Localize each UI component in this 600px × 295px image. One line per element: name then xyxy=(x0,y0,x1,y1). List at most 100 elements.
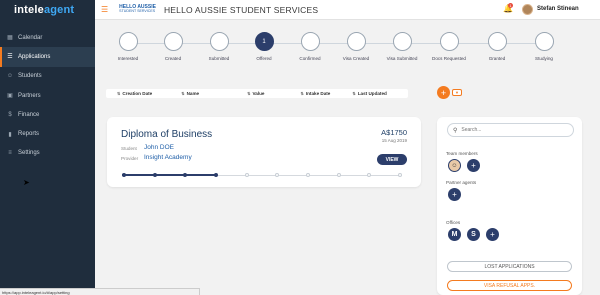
step-studying[interactable]: Studying xyxy=(524,32,564,61)
step-circle xyxy=(300,32,320,51)
plus-icon: + xyxy=(452,190,457,199)
search-box[interactable]: ⚲ xyxy=(447,123,574,137)
sort-bar: ⇅ Creation Date ⇅ Name ⇅ Value ⇅ Intake Date… xyxy=(106,89,408,98)
application-progress xyxy=(122,173,402,177)
step-circle xyxy=(118,32,138,51)
sort-icon: ⇅ xyxy=(300,91,304,96)
student-name-link[interactable]: John DOE xyxy=(144,144,174,151)
step-offered[interactable]: 1 Offered xyxy=(244,32,284,61)
sort-label: Creation Date xyxy=(122,91,153,96)
sidebar-nav: ▦ Calendar ☰ Applications ☺ Students ▣ P… xyxy=(0,28,95,163)
lost-applications-button[interactable]: LOST APPLICATIONS xyxy=(447,261,572,272)
sort-value[interactable]: ⇅ Value xyxy=(247,91,264,96)
sidebar-item-students[interactable]: ☺ Students xyxy=(0,67,95,86)
office-m-chip[interactable]: M xyxy=(448,228,461,241)
course-title[interactable]: Diploma of Business xyxy=(121,129,212,140)
step-interested[interactable]: Interested xyxy=(108,32,148,61)
step-label: Submitted xyxy=(208,56,230,61)
progress-dot xyxy=(183,173,188,177)
dollar-icon: $ xyxy=(8,111,12,118)
progress-dot xyxy=(367,173,372,177)
step-circle xyxy=(534,32,554,51)
plus-icon: + xyxy=(440,87,447,98)
step-label: Visa Submitted xyxy=(386,56,418,61)
sort-icon: ⇅ xyxy=(181,91,185,96)
logo-part1: intele xyxy=(14,4,44,16)
sidebar-item-calendar[interactable]: ▦ Calendar xyxy=(0,28,95,47)
users-icon: ☺ xyxy=(6,73,14,80)
provider-name-link[interactable]: Insight Academy xyxy=(144,154,192,161)
sort-name[interactable]: ⇅ Name xyxy=(181,91,199,96)
add-office-button[interactable]: + xyxy=(486,228,499,241)
chevron-down-icon: ▼ xyxy=(455,90,459,95)
plus-icon: + xyxy=(471,161,476,170)
sidebar-item-finance[interactable]: $ Finance xyxy=(0,105,95,124)
sidebar-item-reports[interactable]: ▮ Reports xyxy=(0,124,95,143)
step-circle xyxy=(392,32,412,51)
briefcase-icon: ▣ xyxy=(7,93,13,100)
sidebar-item-label: Calendar xyxy=(18,34,43,41)
step-label: Confirmed xyxy=(299,56,321,61)
student-label: Student xyxy=(121,146,137,151)
application-card[interactable]: Diploma of Business A$1750 15 Aug 2019 S… xyxy=(107,117,421,187)
add-partner-agent-button[interactable]: + xyxy=(448,188,461,201)
step-circle-active: 1 xyxy=(254,32,274,51)
sort-creation-date[interactable]: ⇅ Creation Date xyxy=(117,91,152,96)
search-input[interactable] xyxy=(461,127,562,133)
sort-label: Last Updated xyxy=(357,91,387,96)
step-label: Granted xyxy=(488,56,506,61)
app-logo[interactable]: intele agent xyxy=(0,0,95,20)
visa-refusal-button[interactable]: VISA REFUSAL APPS. xyxy=(447,280,572,291)
office-s-chip[interactable]: S xyxy=(467,228,480,241)
sort-last-updated[interactable]: ⇅ Last Updated xyxy=(352,91,386,96)
view-button[interactable]: VIEW xyxy=(377,154,407,165)
plus-icon: + xyxy=(490,230,495,239)
logo-part2: agent xyxy=(43,4,75,16)
sidebar-item-label: Finance xyxy=(18,111,40,118)
step-label: Created xyxy=(164,56,182,61)
mouse-cursor-icon: ➤ xyxy=(23,178,30,187)
offices-label: Offices xyxy=(446,220,461,225)
step-confirmed[interactable]: Confirmed xyxy=(290,32,330,61)
sidebar-item-applications[interactable]: ☰ Applications xyxy=(0,47,95,67)
filter-panel: ⚲ Team members ☺ + Partner agents + Offi… xyxy=(437,117,582,295)
step-submitted[interactable]: Submitted xyxy=(199,32,239,61)
sidebar-item-label: Settings xyxy=(18,150,40,157)
add-application-button[interactable]: + xyxy=(437,86,450,99)
step-circle xyxy=(346,32,366,51)
step-created[interactable]: Created xyxy=(153,32,193,61)
course-fee: A$1750 xyxy=(381,128,407,137)
sort-intake-date[interactable]: ⇅ Intake Date xyxy=(300,91,330,96)
sort-icon: ⇅ xyxy=(247,91,251,96)
step-label: Docs Requested xyxy=(432,56,466,61)
sliders-icon: ≡ xyxy=(8,150,12,157)
step-docs-requested[interactable]: Docs Requested xyxy=(429,32,469,61)
status-steps: Interested Created Submitted 1 Offered C… xyxy=(108,32,568,72)
step-circle xyxy=(209,32,229,51)
sidebar-item-partners[interactable]: ▣ Partners xyxy=(0,86,95,105)
progress-dot xyxy=(398,173,402,177)
team-member-avatar[interactable]: ☺ xyxy=(448,159,461,172)
step-label: Visa Created xyxy=(342,56,370,61)
step-granted[interactable]: Granted xyxy=(477,32,517,61)
avatar[interactable] xyxy=(522,4,533,15)
progress-dot xyxy=(152,173,157,177)
add-dropdown-button[interactable]: ▼ xyxy=(452,89,462,96)
brand-logo: HELLO AUSSIE STUDENT SERVICES xyxy=(119,5,156,14)
step-circle xyxy=(487,32,507,51)
sort-icon: ⇅ xyxy=(117,91,121,96)
user-name[interactable]: Stefan Stinean xyxy=(537,6,579,12)
add-team-member-button[interactable]: + xyxy=(467,159,480,172)
step-visa-submitted[interactable]: Visa Submitted xyxy=(382,32,422,61)
sidebar-item-settings[interactable]: ≡ Settings xyxy=(0,144,95,163)
progress-fill xyxy=(122,174,216,176)
sidebar-item-label: Partners xyxy=(18,92,41,99)
top-bar: ☰ HELLO AUSSIE STUDENT SERVICES HELLO AU… xyxy=(95,0,600,20)
search-icon: ⚲ xyxy=(453,127,458,134)
sort-label: Intake Date xyxy=(305,91,331,96)
menu-toggle-icon[interactable]: ☰ xyxy=(101,5,108,14)
user-face-icon: ☺ xyxy=(451,162,458,169)
sidebar-item-label: Students xyxy=(18,73,42,80)
step-visa-created[interactable]: Visa Created xyxy=(336,32,376,61)
calendar-icon: ▦ xyxy=(7,35,13,42)
